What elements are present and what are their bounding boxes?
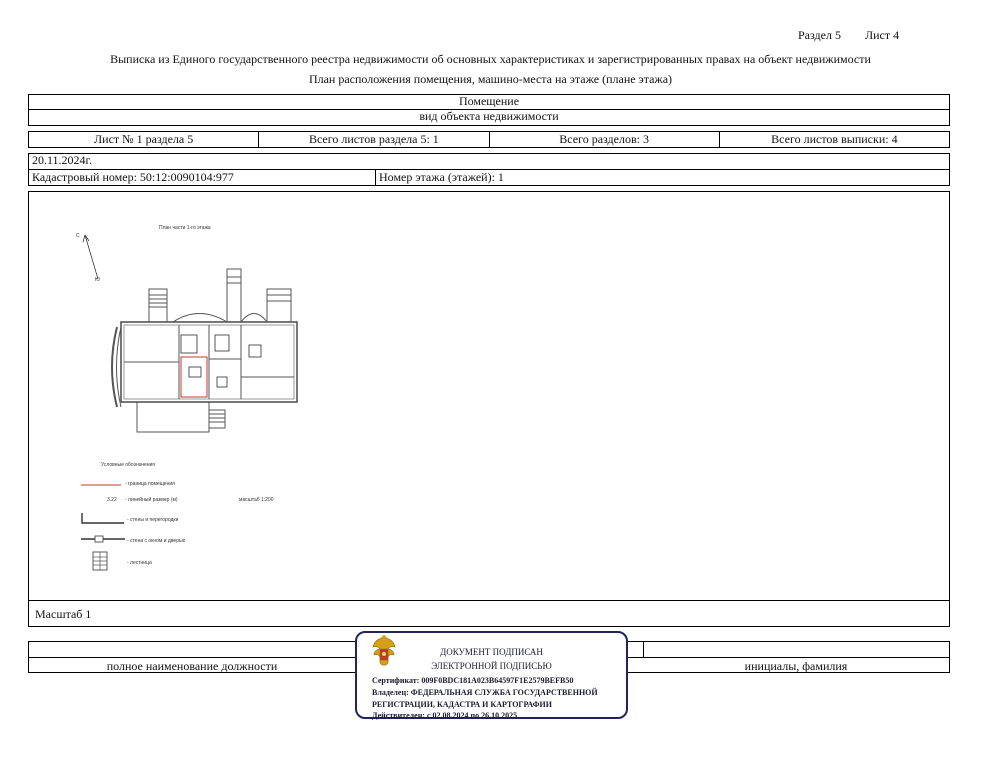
legend-border-line: [81, 484, 121, 486]
object-type-caption-row: вид объекта недвижимости: [28, 109, 950, 126]
scale-row: Масштаб 1: [29, 600, 949, 626]
cadastral-number: Кадастровый номер: 50:12:0090104:977: [32, 170, 234, 184]
total-sheets-extract: Всего листов выписки: 4: [771, 132, 898, 146]
stamp-line1: ДОКУМЕНТ ПОДПИСАН: [440, 647, 543, 657]
scale-label: Масштаб 1: [35, 607, 92, 621]
sheet-info-row: Лист № 1 раздела 5 Всего листов раздела …: [28, 131, 950, 148]
stamp-line2: ЭЛЕКТРОННОЙ ПОДПИСЬЮ: [431, 661, 552, 671]
legend-walls-icon: [81, 513, 124, 524]
floor-plan-panel: План части 1-го этажа С Ю Условные обозн…: [28, 191, 950, 627]
object-type-row: Помещение: [28, 94, 950, 110]
compass-arrow-icon: [82, 234, 99, 280]
object-type-value: Помещение: [458, 94, 520, 108]
cadastral-row: Кадастровый номер: 50:12:0090104:977 Ном…: [28, 169, 950, 186]
stamp-owner-line1: Владелец: ФЕДЕРАЛЬНАЯ СЛУЖБА ГОСУДАРСТВЕ…: [372, 688, 598, 697]
legend-stairs-text: - лестница: [127, 560, 152, 566]
legend-dim-text: - линейный размер (м): [125, 497, 178, 503]
legend-walls-text: - стены и перегородки: [127, 517, 179, 523]
electronic-signature-stamp: ДОКУМЕНТ ПОДПИСАН ЭЛЕКТРОННОЙ ПОДПИСЬЮ С…: [355, 631, 628, 720]
stamp-validity: Действителен: с 02.08.2024 по 26.10.2025: [372, 711, 518, 720]
legend-dim-value: 3.22: [107, 497, 117, 503]
date-row: 20.11.2024г.: [28, 153, 950, 170]
document-title: Выписка из Единого государственного реес…: [110, 52, 871, 66]
sheet-number: Лист 4: [865, 28, 900, 42]
total-sections: Всего разделов: 3: [490, 132, 720, 147]
sheet-of-section: Лист № 1 раздела 5: [29, 132, 260, 147]
name-caption: инициалы, фамилия: [744, 659, 848, 673]
document-subtitle: План расположения помещения, машино-мест…: [308, 72, 673, 86]
section-number: Раздел 5: [798, 28, 841, 42]
building-outline: [111, 268, 298, 433]
legend-border-text: - граница помещения: [125, 481, 175, 487]
legend-stairs-icon: [92, 551, 108, 571]
legend-windows-text: - стена с окном и дверью: [127, 538, 186, 544]
position-caption: полное наименование должности: [106, 659, 278, 673]
floor-number: Номер этажа (этажей): 1: [379, 170, 504, 184]
legend-scale: масштаб 1:200: [239, 497, 274, 503]
legend-title: Условные обозначения: [101, 462, 156, 468]
object-type-caption: вид объекта недвижимости: [419, 109, 559, 123]
date-value: 20.11.2024г.: [32, 153, 93, 167]
stamp-certificate: Сертификат: 009F0BDC181A023B64597F1E2579…: [372, 676, 574, 685]
total-sheets-section: Всего листов раздела 5: 1: [259, 132, 490, 147]
stamp-owner-line2: РЕГИСТРАЦИИ, КАДАСТРА И КАРТОГРАФИИ: [372, 700, 552, 709]
floor-plan-drawing: [82, 234, 298, 433]
legend-windows-icon: [81, 535, 125, 543]
